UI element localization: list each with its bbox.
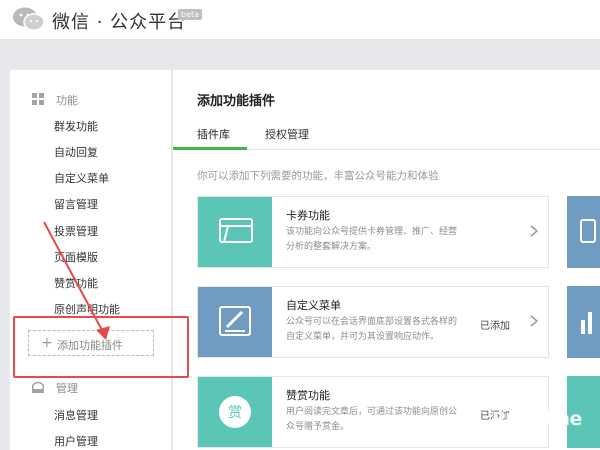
sidebar-item-users[interactable]: 用户管理 bbox=[54, 433, 98, 449]
watermark-subtext: 太平洋电脑网 bbox=[498, 433, 540, 441]
card-description: 该功能向公众号提供卡券管理、推广、经营分析的整套解决方案。 bbox=[286, 227, 458, 252]
page-title: 添加功能插件 bbox=[197, 94, 276, 109]
card-title: 卡券功能 bbox=[286, 209, 330, 222]
active-tab-indicator bbox=[173, 147, 247, 150]
sidebar-item-custom-menu[interactable]: 自定义菜单 bbox=[54, 170, 109, 186]
card-thumbnail bbox=[198, 287, 272, 357]
annotation-highlight-box bbox=[13, 316, 189, 378]
sidebar-item-comments[interactable]: 留言管理 bbox=[54, 196, 98, 212]
card-thumbnail bbox=[198, 197, 272, 267]
chevron-right-icon[interactable] bbox=[528, 313, 540, 329]
partial-card-thumbnail bbox=[567, 196, 600, 268]
svg-text:赏: 赏 bbox=[228, 405, 242, 421]
sidebar-item-messages[interactable]: 消息管理 bbox=[54, 407, 98, 423]
tab-plugin-library[interactable]: 插件库 bbox=[197, 126, 230, 142]
added-status: 已添加 bbox=[480, 321, 510, 332]
pconline-watermark: PConline 太平洋电脑网 bbox=[492, 408, 596, 448]
pencil-icon bbox=[219, 306, 251, 336]
phone-icon bbox=[580, 219, 596, 243]
tab-bar: 插件库 授权管理 bbox=[173, 122, 600, 150]
partial-card-thumbnail bbox=[567, 286, 600, 358]
card-description: 用户阅读完文章后，可通过该功能向原创公众号赠予赏金。 bbox=[286, 407, 458, 432]
chevron-right-icon[interactable] bbox=[528, 223, 540, 239]
card-icon bbox=[219, 218, 253, 243]
card-description: 公众号可以在会话界面底部设置各式各样的自定义菜单，并可为其设置响应动作。 bbox=[286, 317, 458, 342]
grid-icon bbox=[32, 93, 44, 105]
page-description: 你可以添加下列需要的功能，丰富公众号能力和体验 bbox=[197, 170, 439, 182]
sidebar-item-mass-send[interactable]: 群发功能 bbox=[54, 118, 98, 134]
site-title: 微信 · 公众平台 bbox=[52, 12, 187, 33]
tab-authorization[interactable]: 授权管理 bbox=[265, 126, 309, 142]
watermark-text: PConline bbox=[492, 408, 582, 430]
sidebar-item-reward[interactable]: 赞赏功能 bbox=[54, 275, 98, 291]
sidebar-item-original[interactable]: 原创声明功能 bbox=[54, 301, 120, 317]
wechat-logo-icon bbox=[13, 7, 45, 31]
plugin-card-custom-menu[interactable]: 自定义菜单 公众号可以在会话界面底部设置各式各样的自定义菜单，并可为其设置响应动… bbox=[197, 286, 549, 358]
plugin-card-coupon[interactable]: 卡券功能 该功能向公众号提供卡券管理、推广、经营分析的整套解决方案。 bbox=[197, 196, 549, 268]
sidebar: 功能 群发功能 自动回复 自定义菜单 留言管理 投票管理 页面模版 赞赏功能 原… bbox=[10, 70, 172, 450]
sidebar-section-label: 管理 bbox=[56, 382, 78, 395]
chart-icon bbox=[581, 312, 592, 334]
reward-icon: 赏 bbox=[219, 396, 251, 428]
card-title: 自定义菜单 bbox=[286, 299, 341, 312]
sidebar-item-page-templates[interactable]: 页面模版 bbox=[54, 249, 98, 265]
card-thumbnail: 赏 bbox=[198, 377, 272, 447]
sidebar-section-label: 功能 bbox=[56, 94, 78, 107]
card-title: 赞赏功能 bbox=[286, 389, 330, 402]
sidebar-item-votes[interactable]: 投票管理 bbox=[54, 223, 98, 239]
main-panel: 添加功能插件 插件库 授权管理 你可以添加下列需要的功能，丰富公众号能力和体验 … bbox=[173, 70, 600, 450]
beta-badge: beta bbox=[178, 9, 203, 20]
top-header: 微信 · 公众平台 beta bbox=[0, 0, 600, 40]
manage-icon bbox=[32, 381, 44, 393]
sidebar-item-auto-reply[interactable]: 自动回复 bbox=[54, 144, 98, 160]
